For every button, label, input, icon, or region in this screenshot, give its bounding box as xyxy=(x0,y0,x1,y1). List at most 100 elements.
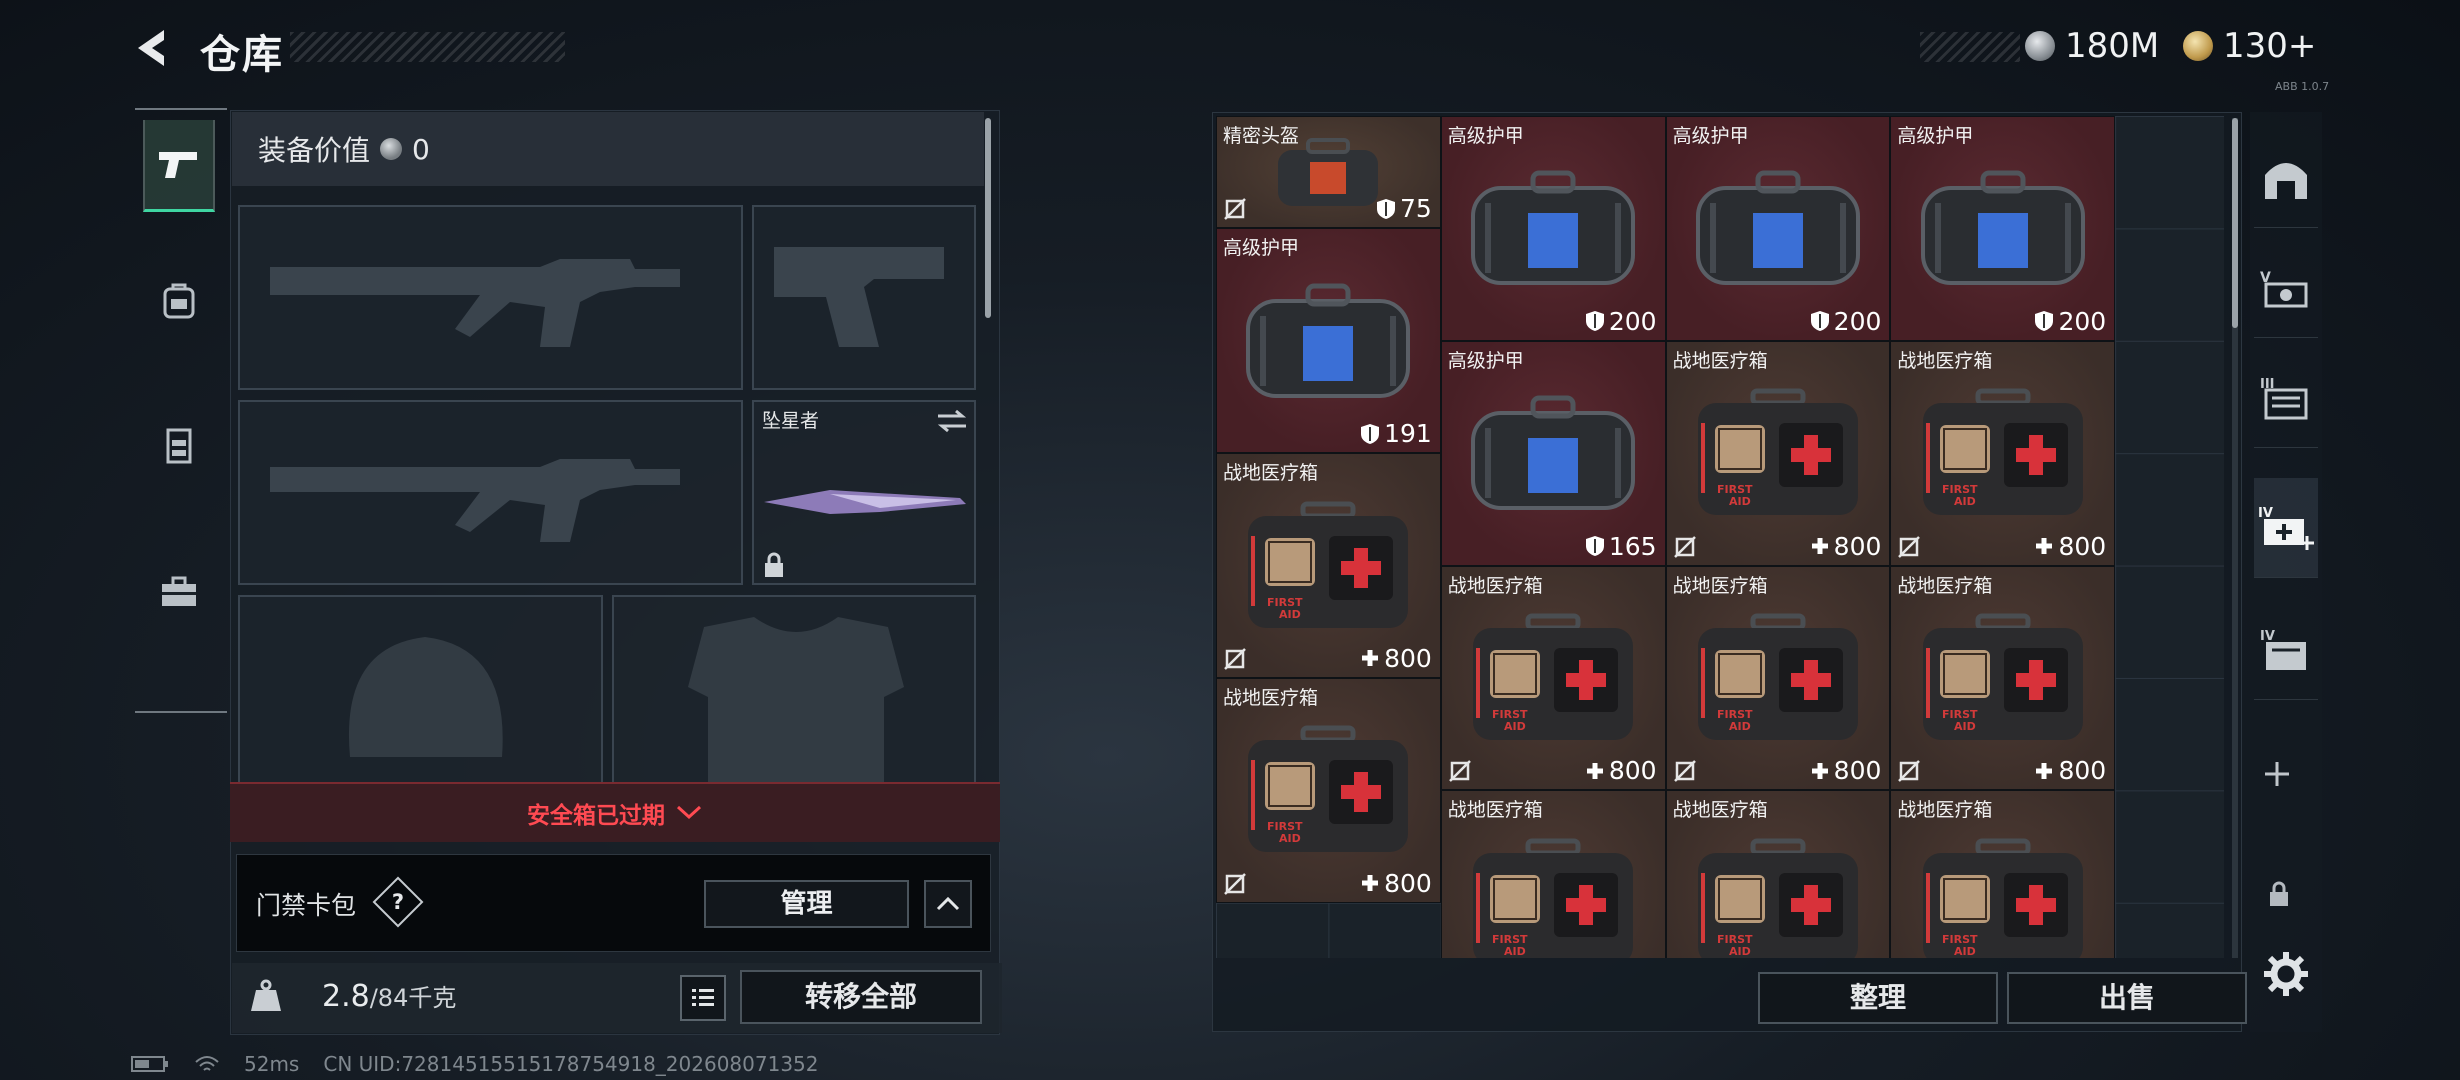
list-view-button[interactable] xyxy=(680,975,726,1021)
item-value-text: 800 xyxy=(1608,756,1657,786)
currency-decoration xyxy=(1920,32,2020,62)
item-value: 800 xyxy=(1360,644,1432,673)
plus-icon xyxy=(2265,762,2289,786)
armor-bag-icon xyxy=(1471,395,1636,511)
first-aid-kit-icon: FIRSTAID xyxy=(1922,838,2083,958)
status-line: 52ms CN UID:72814515515178754918_2026080… xyxy=(130,1052,819,1076)
swap-icon[interactable] xyxy=(936,408,968,434)
stash-item[interactable]: 精密头盔 75 xyxy=(1216,116,1441,229)
stash-item[interactable]: 高级护甲 200 xyxy=(1890,116,2116,341)
rifle-silhouette-icon xyxy=(270,259,680,347)
stash-item[interactable]: FIRSTAID战地医疗箱800 xyxy=(1216,453,1441,678)
chest-rig-icon xyxy=(166,428,192,464)
item-name: 精密头盔 xyxy=(1223,125,1300,147)
stash-item[interactable]: FIRSTAID战地医疗箱800 xyxy=(1890,565,2116,791)
tab-chest-rig[interactable] xyxy=(143,400,215,492)
item-name: 战地医疗箱 xyxy=(1897,349,1993,372)
stash-item[interactable]: 高级护甲 200 xyxy=(1440,116,1666,341)
first-aid-kit-icon: FIRSTAID xyxy=(1248,725,1409,853)
stash-item[interactable]: FIRSTAID战地医疗箱800 xyxy=(1890,340,2116,566)
currency-silver[interactable]: 180M xyxy=(2025,26,2159,66)
item-name: 高级护甲 xyxy=(1672,125,1749,147)
item-value: 165 xyxy=(1585,532,1657,561)
tab-backpack[interactable] xyxy=(143,255,215,347)
stash-item[interactable]: FIRSTAID战地医疗箱800 xyxy=(1440,565,1666,791)
ping-value: 52ms xyxy=(244,1052,300,1076)
tab-toolbox[interactable] xyxy=(143,545,215,637)
no-trade-icon xyxy=(1224,872,1246,895)
pistol-slot[interactable] xyxy=(752,205,976,390)
item-name: 高级护甲 xyxy=(1897,125,1974,147)
value-coin-icon xyxy=(380,138,403,160)
svg-text:AID: AID xyxy=(1729,945,1751,958)
uid-label: CN UID:72814515515178754918_202608071352 xyxy=(323,1052,819,1076)
sell-button[interactable]: 出售 xyxy=(2007,972,2247,1024)
equipment-value-label: 装备价值 xyxy=(258,134,371,167)
equipment-value: 0 xyxy=(412,132,430,166)
armor-bag-icon xyxy=(1471,170,1636,286)
tab-stash-main[interactable] xyxy=(2254,128,2318,228)
secondary-weapon-slot[interactable] xyxy=(238,400,743,585)
item-name: 高级护甲 xyxy=(1447,125,1524,147)
item-value-text: 800 xyxy=(2058,756,2107,786)
manage-button[interactable]: 管理 xyxy=(704,880,909,928)
tab-stash-iv[interactable]: IV xyxy=(2254,600,2318,700)
no-trade-badge xyxy=(1223,872,1247,896)
melee-slot[interactable]: 坠星者 xyxy=(752,400,976,585)
svg-text:AID: AID xyxy=(1729,720,1751,733)
back-arrow-icon xyxy=(138,30,164,66)
add-container-button[interactable] xyxy=(2262,758,2292,798)
stash-item[interactable]: FIRSTAID战地医疗箱800 xyxy=(1440,790,1666,958)
chevron-up-icon xyxy=(936,896,960,911)
tab-stash-iii[interactable]: III xyxy=(2254,348,2318,448)
stash-item[interactable]: 高级护甲 165 xyxy=(1440,340,1666,566)
svg-text:AID: AID xyxy=(1279,608,1301,621)
stash-item[interactable]: FIRSTAID 战地医疗箱 xyxy=(1890,790,2116,958)
stash-scrollbar[interactable] xyxy=(2232,118,2238,328)
equipment-value-header: 装备价值 0 xyxy=(232,112,984,186)
item-value-text: 200 xyxy=(2058,306,2107,336)
collapse-button[interactable] xyxy=(924,880,972,928)
item-value: 800 xyxy=(2034,756,2106,785)
item-value-text: 800 xyxy=(1384,868,1432,898)
safe-box-expired-bar[interactable]: 安全箱已过期 xyxy=(230,782,1000,842)
stash-item[interactable]: 高级护甲 200 xyxy=(1665,116,1891,341)
equipment-tab-strip xyxy=(135,108,227,713)
stash-item[interactable]: FIRSTAID战地医疗箱800 xyxy=(1216,678,1441,903)
item-value-text: 200 xyxy=(1608,306,1657,336)
helmet-slot[interactable] xyxy=(238,595,603,785)
tab-weapon[interactable] xyxy=(143,120,215,212)
tab-stash-iv-med[interactable]: IV xyxy=(2254,478,2318,578)
armor-slot[interactable] xyxy=(612,595,976,785)
stash-item[interactable]: FIRSTAID战地医疗箱800 xyxy=(1665,565,1891,791)
lock-icon xyxy=(765,552,783,577)
tab-stash-v[interactable]: V xyxy=(2254,238,2318,338)
no-trade-icon xyxy=(1673,760,1696,783)
stash-item[interactable]: 高级护甲 191 xyxy=(1216,228,1441,454)
no-trade-icon xyxy=(1898,760,1921,783)
safe-box-expired-text: 安全箱已过期 xyxy=(527,803,665,829)
currency-gold[interactable]: 130+ xyxy=(2183,26,2316,66)
svg-text:AID: AID xyxy=(1504,720,1526,733)
weight-value: 2.8/84千克 xyxy=(322,979,457,1014)
weight-icon xyxy=(251,979,281,1011)
stash-item[interactable]: FIRSTAID战地医疗箱800 xyxy=(1665,340,1891,566)
item-value-text: 75 xyxy=(1399,194,1432,224)
shield-icon xyxy=(2035,311,2054,332)
no-trade-badge xyxy=(1223,197,1247,221)
equipment-scrollbar[interactable] xyxy=(985,118,991,318)
keycard-pack-label: 门禁卡包 xyxy=(256,891,357,920)
shield-icon xyxy=(1585,536,1604,557)
currency-silver-value: 180M xyxy=(2065,26,2160,66)
settings-button[interactable] xyxy=(2262,950,2310,1002)
heal-icon xyxy=(1811,538,1828,555)
transfer-all-button[interactable]: 转移全部 xyxy=(740,970,982,1024)
locked-container-slot[interactable] xyxy=(2268,880,2290,912)
gear-icon xyxy=(2264,952,2308,996)
svg-text:AID: AID xyxy=(1729,495,1751,508)
stash-item[interactable]: FIRSTAID 战地医疗箱 xyxy=(1665,790,1891,958)
primary-weapon-slot[interactable] xyxy=(238,205,743,390)
armor-bag-icon xyxy=(1695,170,1860,286)
back-button[interactable] xyxy=(130,24,178,72)
sort-button[interactable]: 整理 xyxy=(1758,972,1998,1024)
